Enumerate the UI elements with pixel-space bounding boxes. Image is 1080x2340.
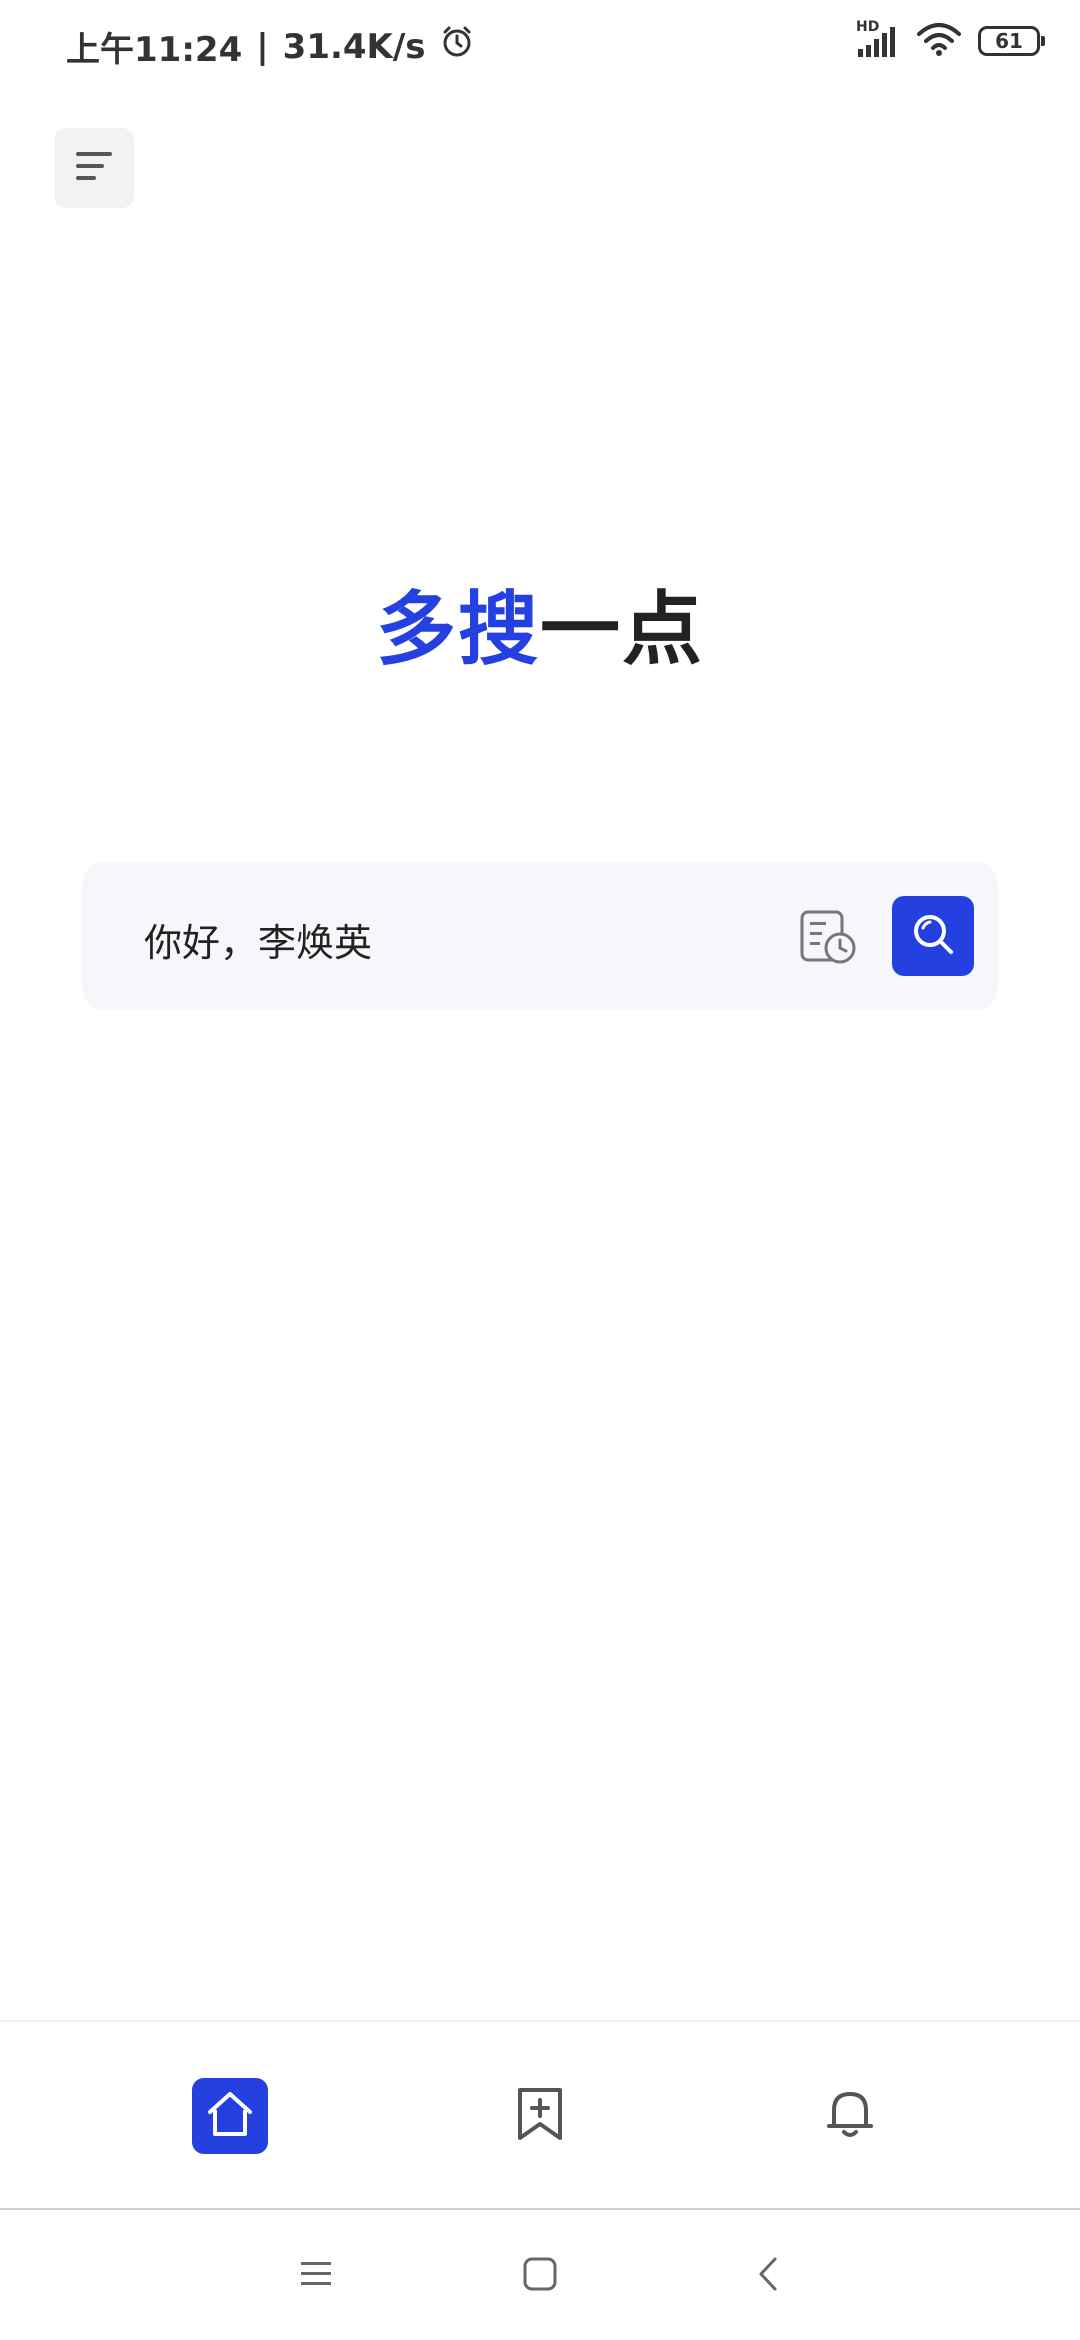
- logo-text-dark: 一点: [540, 583, 704, 676]
- status-time: 上午11:24: [66, 30, 243, 70]
- battery-level: 61: [995, 29, 1023, 53]
- back-icon: [753, 2256, 783, 2296]
- search-icon: [910, 911, 956, 961]
- tab-bookmarks[interactable]: [502, 2078, 578, 2154]
- history-icon[interactable]: [798, 908, 858, 966]
- square-home-icon: [522, 2256, 558, 2296]
- search-box[interactable]: 你好，李焕英: [82, 862, 998, 1010]
- status-left: 上午11:24 | 31.4K/s: [66, 22, 474, 71]
- wifi-icon: [916, 22, 962, 60]
- menu-icon: [299, 2259, 333, 2293]
- app-logo: 多搜一点: [0, 565, 1080, 681]
- bookmark-add-icon: [514, 2086, 566, 2146]
- battery-icon: 61: [978, 26, 1045, 56]
- status-network-speed: 31.4K/s: [282, 26, 426, 67]
- bottom-tab-bar: [0, 2020, 1080, 2210]
- tab-home[interactable]: [192, 2078, 268, 2154]
- system-navigation-bar: [0, 2208, 1080, 2340]
- search-input[interactable]: 你好，李焕英: [144, 912, 372, 967]
- system-home-button[interactable]: [514, 2250, 566, 2302]
- alarm-icon: [440, 25, 474, 68]
- menu-button[interactable]: [54, 128, 134, 208]
- system-back-button[interactable]: [742, 2250, 794, 2302]
- menu-icon: [74, 146, 114, 190]
- status-right: HD 61: [856, 19, 1045, 60]
- status-separator: |: [256, 26, 269, 67]
- screen: 上午11:24 | 31.4K/s HD 61 多搜一点 你好，李焕英: [0, 0, 1080, 2340]
- tab-notifications[interactable]: [812, 2078, 888, 2154]
- bell-icon: [824, 2086, 876, 2146]
- home-icon: [204, 2088, 256, 2144]
- system-menu-button[interactable]: [290, 2250, 342, 2302]
- signal-icon: HD: [856, 19, 900, 59]
- search-button[interactable]: [892, 896, 974, 976]
- logo-text-blue: 多搜: [376, 583, 540, 676]
- status-bar: 上午11:24 | 31.4K/s HD 61: [0, 0, 1080, 90]
